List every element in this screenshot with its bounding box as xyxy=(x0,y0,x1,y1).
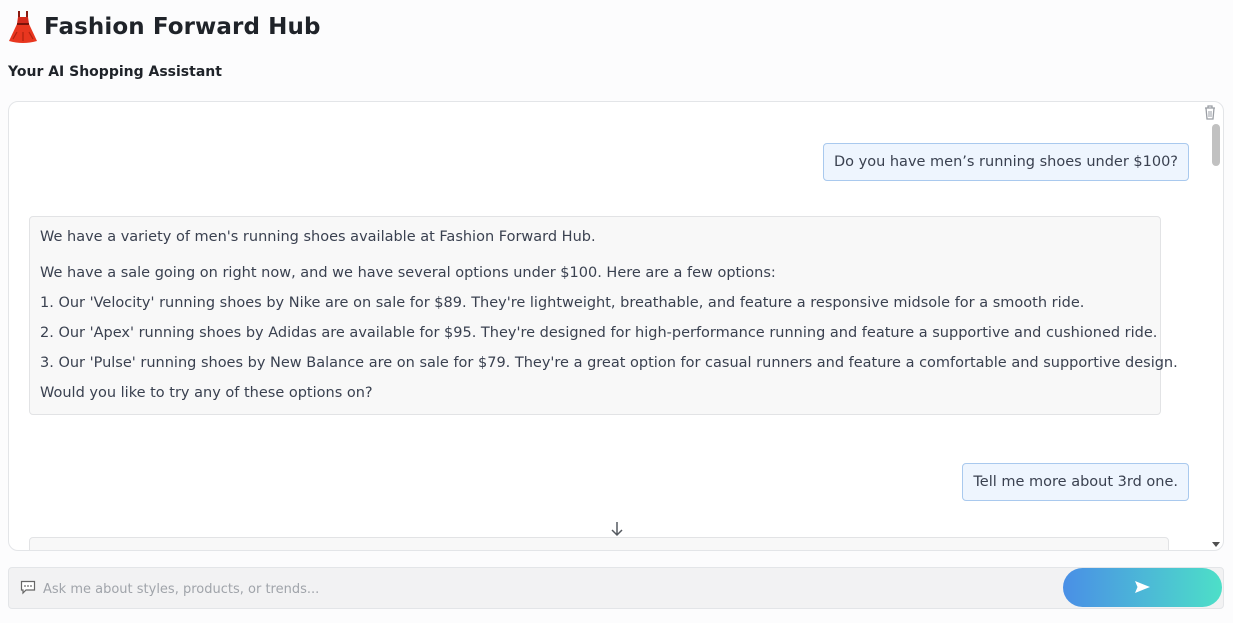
dress-icon xyxy=(9,11,37,43)
assistant-paragraph: We have a variety of men's running shoes… xyxy=(40,229,596,245)
app-title: Fashion Forward Hub xyxy=(44,14,321,40)
down-arrow-icon[interactable] xyxy=(609,520,625,538)
scrollbar-down-arrow[interactable] xyxy=(1212,542,1220,547)
send-button[interactable] xyxy=(1063,568,1222,607)
list-item: 2. Our 'Apex' running shoes by Adidas ar… xyxy=(40,325,1158,341)
chat-input[interactable] xyxy=(41,574,1055,604)
chat-bubble-icon xyxy=(20,580,36,595)
scrollbar-thumb[interactable] xyxy=(1212,124,1220,166)
send-icon xyxy=(1135,581,1150,593)
user-message: Do you have men’s running shoes under $1… xyxy=(822,143,1189,181)
chat-panel: Do you have men’s running shoes under $1… xyxy=(8,101,1224,551)
assistant-closing: Would you like to try any of these optio… xyxy=(40,385,373,401)
input-bar xyxy=(8,567,1224,609)
list-item: 3. Our 'Pulse' running shoes by New Bala… xyxy=(40,355,1178,371)
assistant-paragraph: We have a sale going on right now, and w… xyxy=(40,265,776,281)
assistant-message: We have a variety of men's running shoes… xyxy=(29,216,1178,415)
user-message: Tell me more about 3rd one. xyxy=(962,463,1189,501)
trash-icon[interactable] xyxy=(1203,104,1217,120)
list-item: 1. Our 'Velocity' running shoes by Nike … xyxy=(40,295,1085,311)
scrollbar-track[interactable] xyxy=(1211,120,1221,548)
app-header: Fashion Forward Hub xyxy=(8,10,321,44)
app-subtitle: Your AI Shopping Assistant xyxy=(8,64,222,80)
assistant-message-partial xyxy=(29,537,1169,550)
